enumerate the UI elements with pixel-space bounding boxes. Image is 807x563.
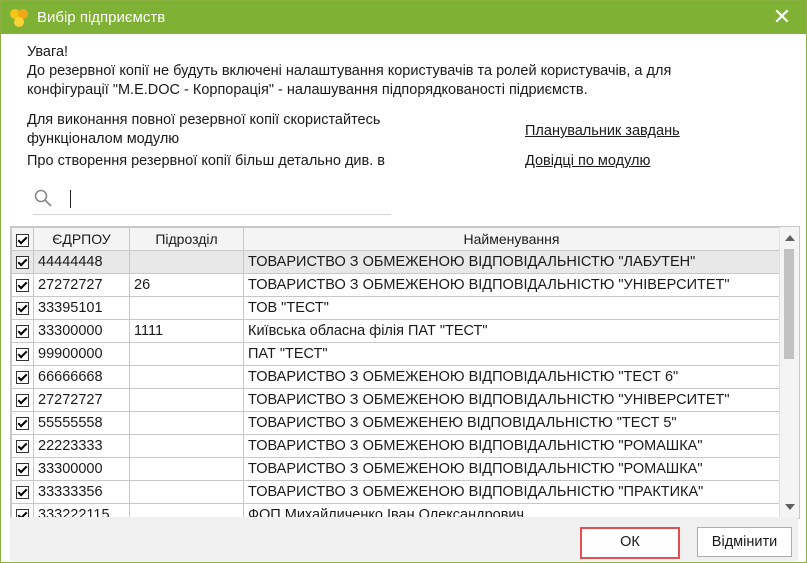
cell-code: 27272727: [33, 388, 130, 412]
table-header-row: ЄДРПОУ Підрозділ Найменування: [11, 227, 780, 251]
search-icon: [34, 189, 52, 207]
cell-division: 1111: [129, 319, 244, 343]
column-header-code[interactable]: ЄДРПОУ: [33, 227, 130, 251]
checkbox-checked-icon: [16, 278, 29, 292]
cell-name: Київська обласна філія ПАТ "ТЕСТ": [243, 319, 780, 343]
row-checkbox[interactable]: [11, 411, 34, 435]
cell-division: [129, 342, 244, 366]
warning-heading: Увага!: [27, 44, 69, 60]
cell-code: 22223333: [33, 434, 130, 458]
search-input[interactable]: [70, 190, 71, 208]
cell-code: 33300000: [33, 319, 130, 343]
checkbox-checked-icon: [16, 347, 29, 361]
table-row[interactable]: 99900000 ПАТ "ТЕСТ": [11, 342, 780, 366]
scheduler-link[interactable]: Планувальник завдань: [525, 123, 680, 139]
cell-code: 33333356: [33, 480, 130, 504]
module-help-link[interactable]: Довідці по модулю: [525, 153, 650, 169]
cell-division: [129, 388, 244, 412]
table-row[interactable]: 33333356 ТОВАРИСТВО З ОБМЕЖЕНОЮ ВІДПОВІД…: [11, 480, 780, 504]
search-box[interactable]: [33, 184, 391, 215]
checkbox-checked-icon: [16, 485, 29, 499]
cell-code: 33395101: [33, 296, 130, 320]
backup-info: Для виконання повної резервної копії ско…: [27, 111, 457, 171]
cell-division: [129, 365, 244, 389]
window-title: Вибір підприємств: [37, 9, 166, 26]
info-line: Для виконання повної резервної копії ско…: [27, 112, 381, 128]
warning-text: Увага! До резервної копії не будуть вклю…: [27, 43, 787, 100]
checkbox-checked-icon: [16, 439, 29, 453]
cell-code: 33300000: [33, 457, 130, 481]
cell-name: ТОВАРИСТВО З ОБМЕЖЕНОЮ ВІДПОВІДАЛЬНІСТЮ …: [243, 434, 780, 458]
cell-name: ТОВАРИСТВО З ОБМЕЖЕНОЮ ВІДПОВІДАЛЬНІСТЮ …: [243, 388, 780, 412]
row-checkbox[interactable]: [11, 480, 34, 504]
table-row[interactable]: 33395101 ТОВ "ТЕСТ": [11, 296, 780, 320]
dialog-footer: ОК Відмінити: [10, 517, 798, 561]
checkbox-checked-icon: [16, 370, 29, 384]
cell-code: 66666668: [33, 365, 130, 389]
warning-line: конфігурації "M.E.DOC - Корпорація" - на…: [27, 82, 588, 98]
cell-name: ТОВАРИСТВО З ОБМЕЖЕНОЮ ВІДПОВІДАЛЬНІСТЮ …: [243, 480, 780, 504]
cell-division: [129, 411, 244, 435]
ok-button[interactable]: ОК: [580, 527, 680, 559]
row-checkbox[interactable]: [11, 250, 34, 274]
scrollbar-thumb[interactable]: [784, 249, 794, 359]
cell-division: [129, 457, 244, 481]
dialog-window: Вибір підприємств ✕ Увага! До резервної …: [0, 0, 807, 563]
cell-name: ТОВАРИСТВО З ОБМЕЖЕНЕЮ ВІДПОВІДАЛЬНІСТЮ …: [243, 411, 780, 435]
cell-name: ТОВ "ТЕСТ": [243, 296, 780, 320]
cell-name: ТОВАРИСТВО З ОБМЕЖЕНОЮ ВІДПОВІДАЛЬНІСТЮ …: [243, 457, 780, 481]
row-checkbox[interactable]: [11, 457, 34, 481]
companies-table: ЄДРПОУ Підрозділ Найменування 44444448 Т…: [10, 226, 800, 519]
table-row[interactable]: 33300000 ТОВАРИСТВО З ОБМЕЖЕНОЮ ВІДПОВІД…: [11, 457, 780, 481]
table-row[interactable]: 55555558 ТОВАРИСТВО З ОБМЕЖЕНЕЮ ВІДПОВІД…: [11, 411, 780, 435]
cell-code: 55555558: [33, 411, 130, 435]
cell-code: 27272727: [33, 273, 130, 297]
table-row[interactable]: 27272727 26 ТОВАРИСТВО З ОБМЕЖЕНОЮ ВІДПО…: [11, 273, 780, 297]
cell-division: [129, 250, 244, 274]
cell-code: 44444448: [33, 250, 130, 274]
cell-name: ТОВАРИСТВО З ОБМЕЖЕНОЮ ВІДПОВІДАЛЬНІСТЮ …: [243, 250, 780, 274]
close-icon[interactable]: ✕: [764, 3, 800, 31]
table-row[interactable]: 33300000 1111 Київська обласна філія ПАТ…: [11, 319, 780, 343]
row-checkbox[interactable]: [11, 388, 34, 412]
select-all-checkbox[interactable]: [11, 227, 34, 251]
info-line: Про створення резервної копії більш дета…: [27, 153, 385, 169]
row-checkbox[interactable]: [11, 296, 34, 320]
table-row[interactable]: 22223333 ТОВАРИСТВО З ОБМЕЖЕНОЮ ВІДПОВІД…: [11, 434, 780, 458]
row-checkbox[interactable]: [11, 319, 34, 343]
cell-code: 99900000: [33, 342, 130, 366]
cell-division: [129, 296, 244, 320]
title-bar[interactable]: Вибір підприємств ✕: [1, 1, 806, 34]
table-row[interactable]: 44444448 ТОВАРИСТВО З ОБМЕЖЕНОЮ ВІДПОВІД…: [11, 250, 780, 274]
checkbox-checked-icon: [16, 393, 29, 407]
cell-division: 26: [129, 273, 244, 297]
info-line: функціоналом модулю: [27, 131, 180, 147]
cell-name: ТОВАРИСТВО З ОБМЕЖЕНОЮ ВІДПОВІДАЛЬНІСТЮ …: [243, 365, 780, 389]
checkbox-checked-icon: [16, 233, 29, 247]
checkbox-checked-icon: [16, 462, 29, 476]
checkbox-checked-icon: [16, 255, 29, 269]
table-row[interactable]: 27272727 ТОВАРИСТВО З ОБМЕЖЕНОЮ ВІДПОВІД…: [11, 388, 780, 412]
checkbox-checked-icon: [16, 301, 29, 315]
cell-name: ТОВАРИСТВО З ОБМЕЖЕНОЮ ВІДПОВІДАЛЬНІСТЮ …: [243, 273, 780, 297]
cell-name: ПАТ "ТЕСТ": [243, 342, 780, 366]
vertical-scrollbar[interactable]: [779, 227, 799, 518]
app-logo-icon: [10, 9, 28, 27]
scroll-down-icon[interactable]: [785, 504, 795, 510]
row-checkbox[interactable]: [11, 365, 34, 389]
column-header-division[interactable]: Підрозділ: [129, 227, 244, 251]
warning-line: До резервної копії не будуть включені на…: [27, 63, 672, 79]
scroll-up-icon[interactable]: [785, 235, 795, 241]
dialog-body: Увага! До резервної копії не будуть вклю…: [1, 34, 806, 562]
cell-division: [129, 434, 244, 458]
row-checkbox[interactable]: [11, 273, 34, 297]
row-checkbox[interactable]: [11, 342, 34, 366]
cancel-button[interactable]: Відмінити: [697, 527, 792, 557]
column-header-name[interactable]: Найменування: [243, 227, 780, 251]
table-row[interactable]: 66666668 ТОВАРИСТВО З ОБМЕЖЕНОЮ ВІДПОВІД…: [11, 365, 780, 389]
checkbox-checked-icon: [16, 416, 29, 430]
checkbox-checked-icon: [16, 324, 29, 338]
row-checkbox[interactable]: [11, 434, 34, 458]
cell-division: [129, 480, 244, 504]
